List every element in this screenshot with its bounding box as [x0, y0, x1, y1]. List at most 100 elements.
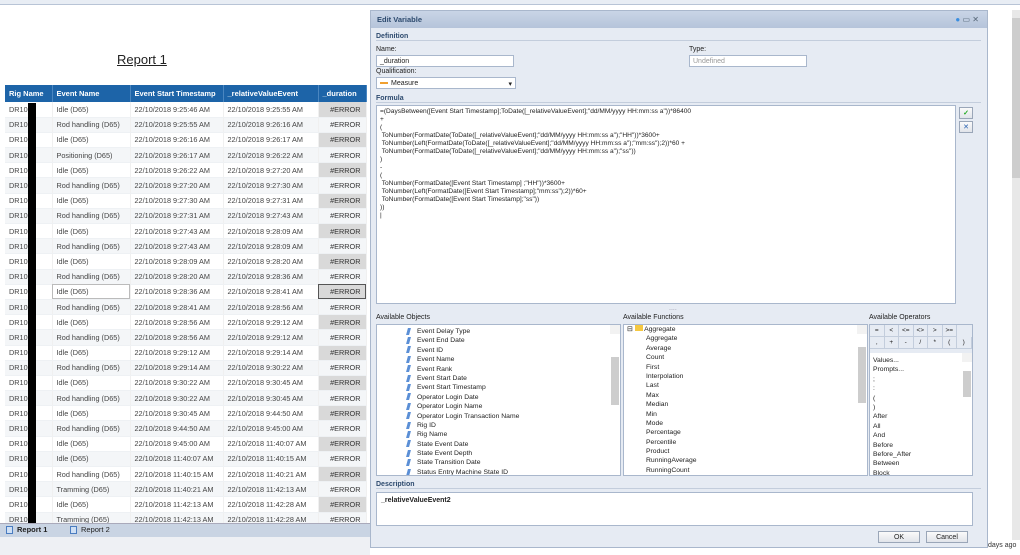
table-cell[interactable]: #ERROR — [318, 208, 367, 225]
list-item[interactable]: Status Entry Machine State ID — [377, 468, 620, 475]
list-item[interactable]: State Transition Date — [377, 458, 620, 467]
list-item[interactable]: ) — [873, 403, 972, 412]
table-cell[interactable]: Idle (D65) — [52, 223, 131, 240]
table-cell[interactable]: #ERROR — [318, 375, 367, 392]
operator-button[interactable]: + — [884, 337, 899, 349]
table-cell[interactable]: #ERROR — [318, 132, 367, 149]
table-cell[interactable]: 22/10/2018 9:28:56 AM — [223, 299, 319, 316]
table-cell[interactable]: #ERROR — [318, 269, 367, 285]
table-cell[interactable]: #ERROR — [318, 345, 367, 361]
table-cell[interactable]: 22/10/2018 9:27:43 AM — [130, 238, 224, 255]
cancel-button[interactable]: Cancel — [926, 531, 968, 543]
list-item[interactable]: Operator Login Transaction Name — [377, 412, 620, 421]
page-scrollbar[interactable] — [1012, 10, 1020, 540]
list-item[interactable]: Between — [873, 459, 972, 468]
operator-button[interactable]: ( — [942, 337, 957, 349]
operator-button[interactable]: * — [928, 337, 943, 349]
table-cell[interactable]: 22/10/2018 9:28:20 AM — [223, 253, 319, 270]
table-cell[interactable]: 22/10/2018 11:40:15 AM — [130, 466, 224, 483]
table-cell[interactable]: #ERROR — [318, 329, 367, 346]
table-cell[interactable]: 22/10/2018 9:27:20 AM — [130, 177, 224, 194]
table-cell[interactable]: Idle (D65) — [52, 284, 131, 300]
list-item[interactable]: Median — [624, 400, 867, 409]
list-item[interactable]: All — [873, 422, 972, 431]
table-cell[interactable]: 22/10/2018 11:40:07 AM — [223, 436, 319, 452]
validate-check-icon[interactable]: ✓ — [959, 107, 973, 119]
table-cell[interactable]: 22/10/2018 9:44:50 AM — [223, 405, 319, 422]
table-cell[interactable]: 22/10/2018 9:26:16 AM — [223, 117, 319, 133]
table-cell[interactable]: 22/10/2018 11:42:28 AM — [223, 496, 319, 513]
table-cell[interactable]: Idle (D65) — [52, 451, 131, 468]
table-cell[interactable]: Idle (D65) — [52, 102, 131, 118]
table-cell[interactable]: Idle (D65) — [52, 405, 131, 422]
operator-button[interactable]: <> — [913, 325, 928, 337]
table-cell[interactable]: 22/10/2018 11:40:07 AM — [130, 451, 224, 468]
table-cell[interactable]: 22/10/2018 9:27:30 AM — [223, 177, 319, 194]
list-item[interactable]: ; — [873, 375, 972, 384]
list-item[interactable]: First — [624, 363, 867, 372]
list-item[interactable]: State Event Date — [377, 440, 620, 449]
table-cell[interactable]: 22/10/2018 9:30:45 AM — [130, 405, 224, 422]
table-cell[interactable]: #ERROR — [318, 451, 367, 468]
table-cell[interactable]: 22/10/2018 9:29:12 AM — [130, 345, 224, 361]
folder-aggregate[interactable]: ⊟ Aggregate — [624, 325, 867, 334]
table-cell[interactable]: 22/10/2018 9:29:12 AM — [223, 329, 319, 346]
help-icon[interactable]: ● — [955, 15, 960, 24]
table-cell[interactable]: #ERROR — [318, 147, 367, 164]
table-cell[interactable]: Idle (D65) — [52, 162, 131, 179]
list-item[interactable]: Product — [624, 447, 867, 456]
collapse-icon[interactable]: ⊟ — [627, 326, 633, 333]
table-cell[interactable]: Rod handling (D65) — [52, 420, 131, 437]
table-cell[interactable]: Idle (D65) — [52, 253, 131, 270]
list-item[interactable]: State Event Depth — [377, 449, 620, 458]
table-cell[interactable]: Rod handling (D65) — [52, 238, 131, 255]
close-icon[interactable]: ✕ — [972, 15, 979, 24]
table-cell[interactable]: 22/10/2018 9:28:56 AM — [130, 314, 224, 331]
list-item[interactable]: Event Name — [377, 355, 620, 364]
list-item[interactable]: Operator Login Name — [377, 402, 620, 411]
operator-button[interactable]: , — [870, 337, 885, 349]
list-item[interactable]: Event Delay Type — [377, 327, 620, 336]
operator-button[interactable]: ) — [957, 337, 972, 349]
splitter-handle[interactable]: .... — [669, 305, 677, 312]
table-cell[interactable]: 22/10/2018 9:27:43 AM — [130, 223, 224, 240]
list-item[interactable]: Values... — [873, 356, 972, 365]
list-item[interactable]: : — [873, 384, 972, 393]
list-item[interactable]: Interpolation — [624, 372, 867, 381]
table-cell[interactable]: 22/10/2018 11:40:15 AM — [223, 451, 319, 468]
formula-editor[interactable]: =(DaysBetween([Event Start Timestamp];To… — [376, 105, 956, 304]
table-cell[interactable]: 22/10/2018 9:27:20 AM — [223, 162, 319, 179]
table-cell[interactable]: 22/10/2018 9:26:17 AM — [223, 132, 319, 149]
scrollbar[interactable] — [857, 325, 867, 403]
table-cell[interactable]: Rod handling (D65) — [52, 360, 131, 376]
table-cell[interactable]: 22/10/2018 9:28:41 AM — [223, 284, 319, 300]
list-item[interactable]: Block — [873, 469, 972, 475]
table-cell[interactable]: 22/10/2018 9:29:14 AM — [223, 345, 319, 361]
table-cell[interactable]: 22/10/2018 11:42:13 AM — [223, 481, 319, 498]
list-item[interactable]: And — [873, 431, 972, 440]
table-cell[interactable]: Idle (D65) — [52, 193, 131, 209]
table-cell[interactable]: #ERROR — [318, 390, 367, 407]
clear-x-icon[interactable]: ✕ — [959, 121, 973, 133]
list-item[interactable]: Operator Login Date — [377, 393, 620, 402]
table-cell[interactable]: 22/10/2018 9:28:09 AM — [223, 223, 319, 240]
column-header[interactable]: _relativeValueEvent — [223, 85, 319, 102]
table-cell[interactable]: Rod handling (D65) — [52, 269, 131, 285]
available-functions-list[interactable]: ⊟ Aggregate Aggregate Average Count First Int… — [623, 324, 868, 476]
ok-button[interactable]: OK — [878, 531, 920, 543]
table-cell[interactable]: 22/10/2018 9:28:36 AM — [130, 284, 224, 300]
table-cell[interactable]: Idle (D65) — [52, 436, 131, 452]
column-header[interactable]: Event Name — [52, 85, 131, 102]
operator-button[interactable]: <= — [899, 325, 914, 337]
list-item[interactable]: Min — [624, 410, 867, 419]
table-cell[interactable]: #ERROR — [318, 405, 367, 422]
table-cell[interactable]: 22/10/2018 9:30:22 AM — [130, 375, 224, 392]
table-cell[interactable]: #ERROR — [318, 314, 367, 331]
table-cell[interactable]: Rod handling (D65) — [52, 466, 131, 483]
type-input[interactable]: Undefined — [689, 55, 807, 67]
table-cell[interactable]: #ERROR — [318, 238, 367, 255]
table-cell[interactable]: 22/10/2018 9:30:45 AM — [223, 390, 319, 407]
column-header[interactable]: _duration — [318, 85, 367, 102]
table-cell[interactable]: #ERROR — [318, 360, 367, 376]
table-cell[interactable]: #ERROR — [318, 162, 367, 179]
